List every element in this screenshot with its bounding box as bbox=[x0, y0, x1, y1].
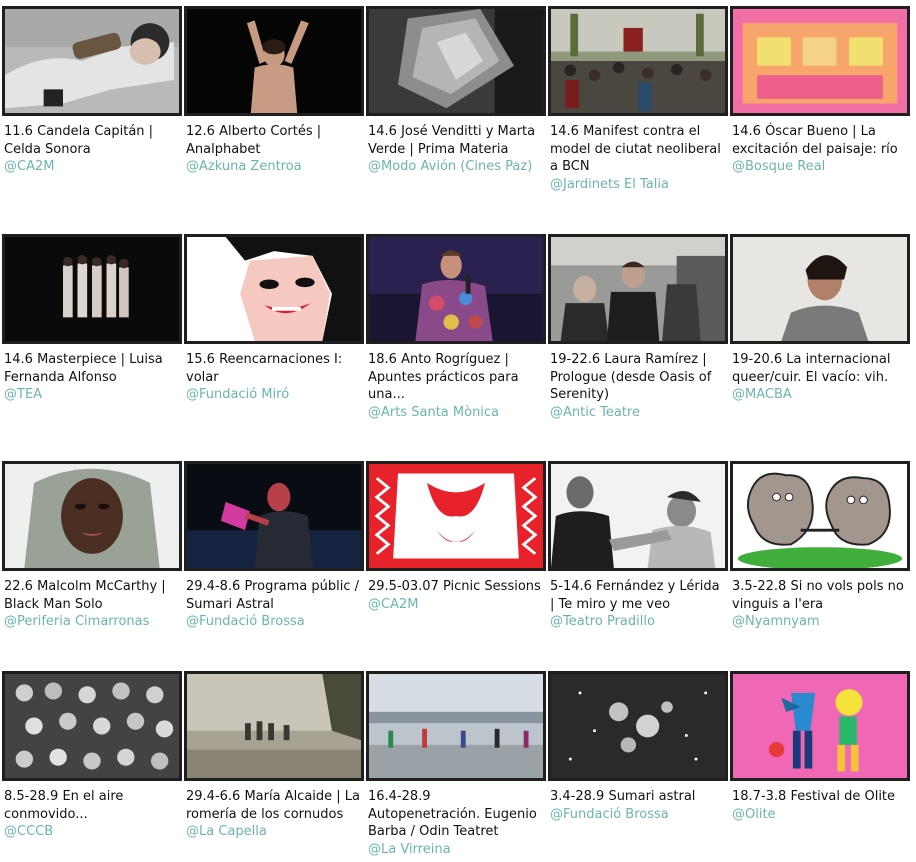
event-title: 12.6 Alberto Cortés | Analphabet bbox=[186, 124, 322, 157]
event-image[interactable] bbox=[730, 671, 910, 781]
event-title: 18.7-3.8 Festival de Olite bbox=[732, 789, 896, 804]
event-venue[interactable]: @CA2M bbox=[4, 158, 182, 176]
event-title: 19-22.6 Laura Ramírez | Prologue (desde … bbox=[550, 352, 712, 402]
event-image[interactable] bbox=[548, 6, 728, 116]
event-image[interactable] bbox=[184, 671, 364, 781]
event-venue[interactable]: @Nyamnyam bbox=[732, 613, 910, 631]
event-venue[interactable]: @TEA bbox=[4, 386, 182, 404]
event-image[interactable] bbox=[184, 6, 364, 116]
event-title: 8.5-28.9 En el aire conmovido... bbox=[4, 789, 124, 822]
event-venue[interactable]: @Azkuna Zentroa bbox=[186, 158, 364, 176]
event-title: 29.4-6.6 María Alcaide | La romería de l… bbox=[186, 789, 361, 822]
event-title: 5-14.6 Fernández y Lérida | Te miro y me… bbox=[550, 579, 720, 612]
event-title: 16.4-28.9 Autopenetración. Eugenio Barba… bbox=[368, 789, 537, 839]
event-venue[interactable]: @Teatro Pradillo bbox=[550, 613, 728, 631]
event-image[interactable] bbox=[366, 6, 546, 116]
event-venue[interactable]: @Olite bbox=[732, 806, 910, 824]
event-image[interactable] bbox=[730, 461, 910, 571]
event-venue[interactable]: @CA2M bbox=[368, 596, 546, 614]
event-title: 14.6 José Venditti y Marta Verde | Prima… bbox=[368, 124, 536, 157]
event-image[interactable] bbox=[548, 234, 728, 344]
event-image[interactable] bbox=[548, 671, 728, 781]
event-image[interactable] bbox=[366, 671, 546, 781]
event-venue[interactable]: @Arts Santa Mònica bbox=[368, 404, 546, 422]
event-venue[interactable]: @Modo Avión (Cines Paz) bbox=[368, 158, 546, 176]
event-image[interactable] bbox=[2, 671, 182, 781]
event-grid: 11.6 Candela Capitán | Celda Sonora @CA2… bbox=[0, 0, 916, 862]
event-image[interactable] bbox=[184, 234, 364, 344]
event-title: 19-20.6 La internacional queer/cuir. El … bbox=[732, 352, 891, 385]
event-title: 18.6 Anto Rogríguez | Apuntes prácticos … bbox=[368, 352, 519, 402]
event-title: 3.5-22.8 Si no vols pols no vinguis a l'… bbox=[732, 579, 904, 612]
event-title: 29.5-03.07 Picnic Sessions bbox=[368, 579, 541, 594]
event-venue[interactable]: @La Capella bbox=[186, 823, 364, 841]
event-venue[interactable]: @Fundació Brossa bbox=[550, 806, 728, 824]
event-venue[interactable]: @Fundació Brossa bbox=[186, 613, 364, 631]
event-title: 22.6 Malcolm McCarthy | Black Man Solo bbox=[4, 579, 166, 612]
event-image[interactable] bbox=[730, 234, 910, 344]
event-venue[interactable]: @Antic Teatre bbox=[550, 404, 728, 422]
event-venue[interactable]: @CCCB bbox=[4, 823, 182, 841]
event-image[interactable] bbox=[184, 461, 364, 571]
event-venue[interactable]: @Bosque Real bbox=[732, 158, 910, 176]
event-title: 15.6 Reencarnaciones I: volar bbox=[186, 352, 343, 385]
event-title: 11.6 Candela Capitán | Celda Sonora bbox=[4, 124, 154, 157]
event-image[interactable] bbox=[2, 234, 182, 344]
event-title: 14.6 Óscar Bueno | La excitación del pai… bbox=[732, 124, 898, 157]
event-venue[interactable]: @Jardinets El Talia bbox=[550, 176, 728, 194]
event-title: 14.6 Manifest contra el model de ciutat … bbox=[550, 124, 721, 174]
event-venue[interactable]: @MACBA bbox=[732, 386, 910, 404]
event-image[interactable] bbox=[366, 461, 546, 571]
event-image[interactable] bbox=[730, 6, 910, 116]
event-title: 3.4-28.9 Sumari astral bbox=[550, 789, 696, 804]
event-title: 14.6 Masterpiece | Luisa Fernanda Alfons… bbox=[4, 352, 163, 385]
event-venue[interactable]: @Periferia Cimarronas bbox=[4, 613, 182, 631]
event-venue[interactable]: @La Virreina bbox=[368, 841, 546, 859]
event-title: 29.4-8.6 Programa públic / Sumari Astral bbox=[186, 579, 360, 612]
event-image[interactable] bbox=[548, 461, 728, 571]
event-image[interactable] bbox=[2, 461, 182, 571]
event-image[interactable] bbox=[2, 6, 182, 116]
event-image[interactable] bbox=[366, 234, 546, 344]
event-venue[interactable]: @Fundació Miró bbox=[186, 386, 364, 404]
